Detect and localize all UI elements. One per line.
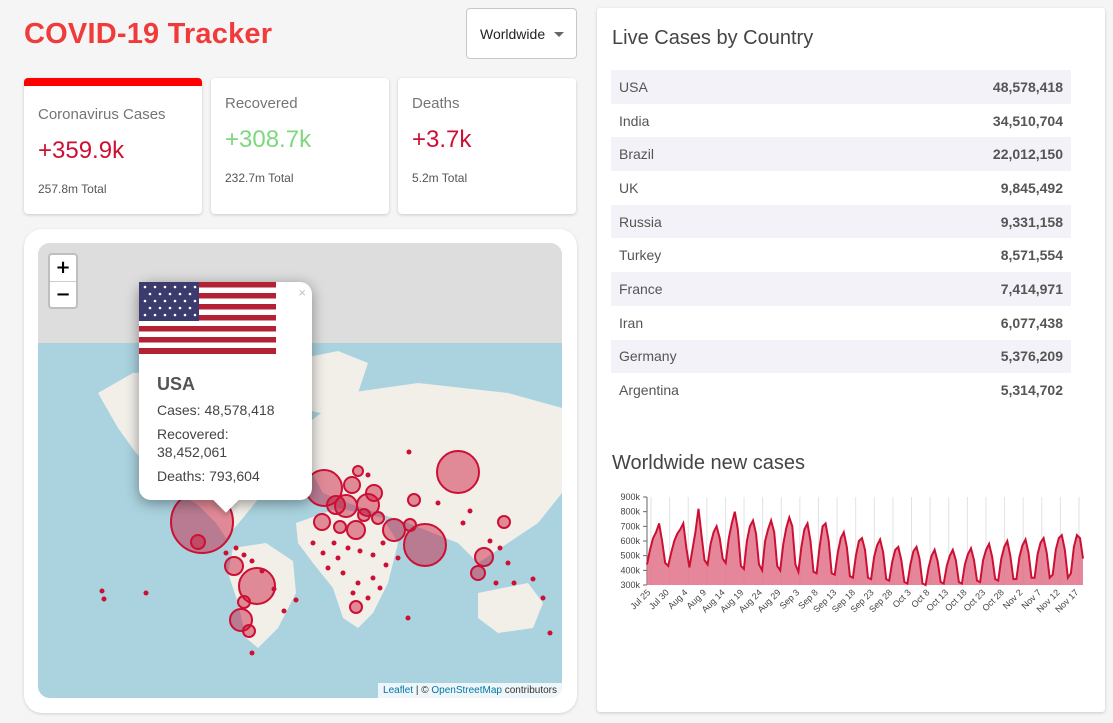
- stat-value: +3.7k: [412, 126, 472, 153]
- region-select[interactable]: Worldwide: [466, 8, 577, 59]
- y-tick-label: 300k: [620, 580, 640, 590]
- x-tick-label: Jul 30: [647, 587, 671, 611]
- table-row: France 7,414,971: [611, 272, 1071, 306]
- popup-country-name: USA: [157, 374, 196, 394]
- stat-total: 5.2m Total: [412, 171, 468, 185]
- zoom-out-button[interactable]: −: [50, 281, 76, 307]
- stat-label: Deaths: [412, 95, 460, 112]
- stat-card-recovered[interactable]: Recovered +308.7k 232.7m Total: [211, 78, 389, 214]
- stat-card-cases[interactable]: Coronavirus Cases +359.9k 257.8m Total: [24, 78, 202, 214]
- app-title: COVID-19 Tracker: [24, 18, 273, 50]
- stat-label: Recovered: [225, 95, 298, 112]
- table-row: Iran 6,077,438: [619, 314, 1063, 331]
- y-tick-label: 900k: [620, 492, 640, 502]
- x-tick-label: Nov 2: [1001, 587, 1025, 611]
- table-row: Germany 5,376,209: [611, 339, 1071, 374]
- table-title: Live Cases by Country: [612, 27, 814, 49]
- table-row: India 34,510,704: [619, 112, 1063, 129]
- y-tick-label: 600k: [620, 536, 640, 546]
- x-tick-label: Oct 3: [891, 587, 913, 609]
- popup-cases: Cases: 48,578,418: [157, 402, 275, 418]
- popup-deaths: Deaths: 793,604: [157, 468, 260, 484]
- close-icon[interactable]: ×: [298, 285, 306, 300]
- world-map[interactable]: + − × USA Cases: 48,578,418 Recovered: 3…: [38, 243, 562, 698]
- map-attribution: Leaflet | © OpenStreetMap contributors: [378, 683, 562, 698]
- x-tick-label: Jul 25: [628, 587, 652, 611]
- table-row: Russia 9,331,158: [611, 204, 1071, 239]
- y-tick-label: 400k: [620, 565, 640, 575]
- usa-flag-icon: [139, 282, 294, 367]
- popup-recovered: Recovered: 38,452,061: [157, 426, 229, 460]
- stat-value: +308.7k: [225, 126, 312, 153]
- table-row: Brazil 22,012,150: [611, 137, 1071, 172]
- leaflet-link[interactable]: Leaflet: [383, 685, 413, 696]
- stat-value: +359.9k: [38, 137, 125, 164]
- table-row: UK 9,845,492: [619, 179, 1063, 196]
- right-panel: Live Cases by Country USA 48,578,418 Indi…: [597, 8, 1105, 712]
- y-tick-label: 800k: [620, 507, 640, 517]
- y-tick-label: 500k: [620, 551, 640, 561]
- x-tick-label: Aug 4: [666, 587, 690, 611]
- country-popup: × USA Cases: 48,578,418 Recovered: 38,45…: [139, 282, 312, 513]
- y-tick-label: 700k: [620, 521, 640, 531]
- stat-label: Coronavirus Cases: [38, 106, 166, 123]
- table-row: Turkey 8,571,554: [619, 247, 1063, 264]
- zoom-in-button[interactable]: +: [50, 255, 76, 281]
- osm-link[interactable]: OpenStreetMap: [431, 685, 502, 696]
- region-select-value: Worldwide: [480, 25, 546, 42]
- table-row: USA 48,578,418: [611, 70, 1071, 104]
- zoom-control: + −: [48, 253, 78, 309]
- chevron-down-icon: [554, 32, 564, 37]
- new-cases-chart: Jul 25Jul 30Aug 4Aug 9Aug 14Aug 19Aug 24…: [620, 492, 1084, 615]
- country-table[interactable]: USA 48,578,418 India 34,510,704 Brazil 22,0…: [611, 70, 1071, 414]
- stat-total: 232.7m Total: [225, 171, 294, 185]
- stat-card-deaths[interactable]: Deaths +3.7k 5.2m Total: [398, 78, 576, 214]
- chart-title: Worldwide new cases: [612, 452, 806, 474]
- table-row: Argentina 5,314,702: [619, 382, 1063, 399]
- map-card: + − × USA Cases: 48,578,418 Recovered: 3…: [24, 229, 577, 713]
- x-tick-label: Sep 3: [778, 587, 802, 611]
- stat-total: 257.8m Total: [38, 182, 107, 196]
